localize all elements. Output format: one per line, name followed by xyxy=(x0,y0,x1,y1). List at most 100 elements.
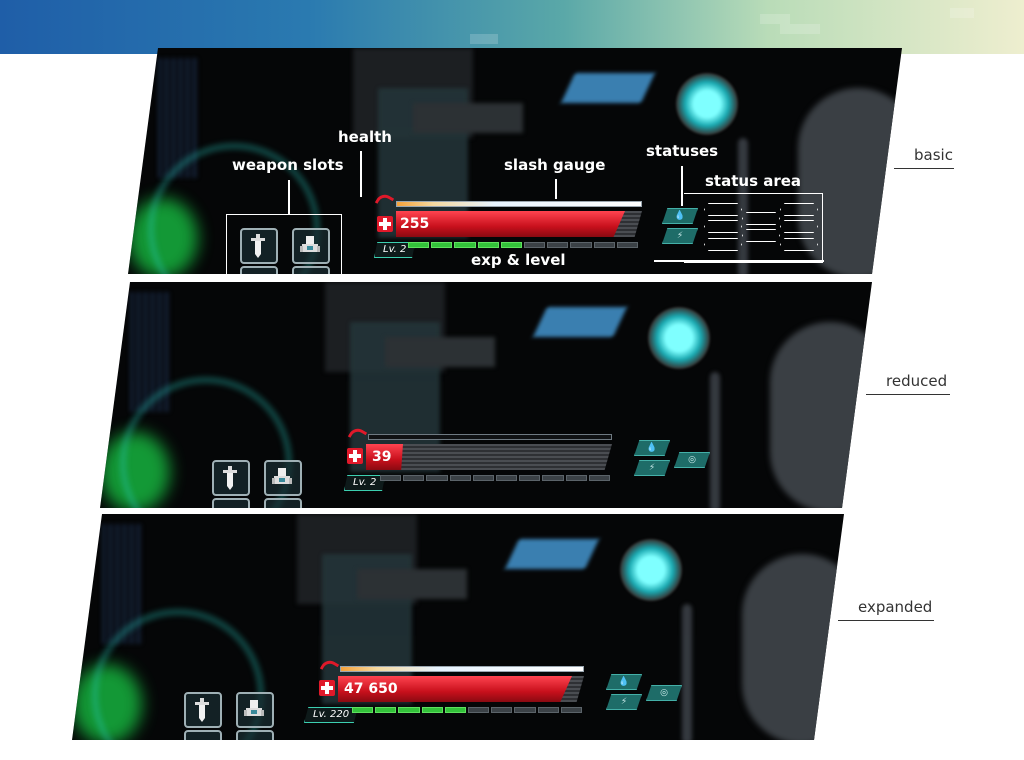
exp-segment xyxy=(588,475,611,481)
status-placeholder xyxy=(704,238,742,251)
exp-bar xyxy=(380,475,611,481)
exp-segment xyxy=(524,242,546,248)
exp-segment xyxy=(496,475,518,481)
red-cross-icon xyxy=(319,680,335,696)
weapon-slot-4[interactable] xyxy=(292,266,330,274)
weapon-slot-1[interactable] xyxy=(240,228,278,264)
red-cross-icon xyxy=(377,216,393,232)
status-eye-slash[interactable]: ◎ xyxy=(674,452,710,468)
annotation-line xyxy=(555,179,557,199)
exp-segment xyxy=(542,475,564,481)
water-drop-icon: 💧 xyxy=(674,211,686,221)
panel-basic: weapon slots health slash gauge statuses… xyxy=(128,48,902,274)
exp-bar xyxy=(408,242,639,248)
status-water-drop[interactable]: 💧 xyxy=(606,674,642,690)
variant-label-reduced: reduced xyxy=(886,372,948,390)
lightning-icon: ⚡ xyxy=(648,463,656,473)
annotation-line xyxy=(654,260,824,262)
health-value: 255 xyxy=(400,216,430,232)
exp-segment xyxy=(375,707,397,713)
variant-label-underline xyxy=(894,168,954,169)
status-lightning[interactable]: ⚡ xyxy=(662,228,698,244)
exp-segment xyxy=(616,242,639,248)
slash-gauge xyxy=(340,666,584,672)
exp-segment xyxy=(472,475,495,481)
weapon-slot-4[interactable] xyxy=(264,498,302,508)
status-lightning[interactable]: ⚡ xyxy=(606,694,642,710)
lightning-icon: ⚡ xyxy=(676,231,684,241)
weapon-slot-1[interactable] xyxy=(212,460,250,496)
panel-expanded: 47 650 Lv. 220 💧 ⚡ ◎ xyxy=(72,514,844,740)
water-drop-icon: 💧 xyxy=(618,677,630,687)
sword-icon xyxy=(195,698,209,722)
exp-segment xyxy=(537,707,559,713)
banner-pixel xyxy=(470,34,498,44)
weapon-slot-2[interactable] xyxy=(292,228,330,264)
eye-slash-icon: ◎ xyxy=(660,688,668,698)
status-water-drop[interactable]: 💧 xyxy=(634,440,670,456)
panel-reduced: 39 Lv. 2 💧 ⚡ ◎ xyxy=(100,282,872,508)
status-placeholder xyxy=(780,203,818,216)
red-cross-icon xyxy=(347,448,363,464)
exp-segment xyxy=(431,242,453,248)
robot-icon xyxy=(244,700,264,716)
annotation-statuses: statuses xyxy=(646,142,719,160)
exp-segment xyxy=(454,242,476,248)
variant-label-underline xyxy=(866,394,950,395)
exp-segment xyxy=(380,475,402,481)
header-banner xyxy=(0,0,1024,54)
exp-segment xyxy=(560,707,583,713)
weapon-slot-3[interactable] xyxy=(184,730,222,740)
robot-icon xyxy=(272,468,292,484)
weapon-slot-4[interactable] xyxy=(236,730,274,740)
health-track xyxy=(366,444,612,470)
exp-segment xyxy=(514,707,536,713)
weapon-slot-1[interactable] xyxy=(184,692,222,728)
annotation-health: health xyxy=(338,128,392,146)
health-value: 47 650 xyxy=(344,681,398,697)
weapon-slot-3[interactable] xyxy=(240,266,278,274)
sword-icon xyxy=(223,466,237,490)
health-bar xyxy=(396,211,625,237)
exp-segment xyxy=(408,242,430,248)
exp-segment xyxy=(565,475,587,481)
status-placeholder xyxy=(780,238,818,251)
exp-segment xyxy=(477,242,499,248)
banner-pixel xyxy=(760,14,790,24)
status-placeholder xyxy=(704,203,742,216)
exp-bar xyxy=(352,707,583,713)
exp-segment xyxy=(500,242,523,248)
annotation-line xyxy=(288,180,290,214)
annotation-status-area: status area xyxy=(705,172,802,190)
status-water-drop[interactable]: 💧 xyxy=(662,208,698,224)
exp-segment xyxy=(519,475,541,481)
exp-segment xyxy=(468,707,490,713)
exp-segment xyxy=(403,475,425,481)
weapon-slot-3[interactable] xyxy=(212,498,250,508)
status-placeholder xyxy=(742,229,780,242)
banner-pixel xyxy=(780,24,820,34)
lightning-icon: ⚡ xyxy=(620,697,628,707)
exp-segment xyxy=(426,475,448,481)
sword-icon xyxy=(251,234,265,258)
exp-segment xyxy=(593,242,615,248)
status-eye-slash[interactable]: ◎ xyxy=(646,685,682,701)
slash-gauge xyxy=(396,201,642,207)
status-placeholder xyxy=(742,212,780,225)
annotation-slash-gauge: slash gauge xyxy=(504,156,606,174)
exp-segment xyxy=(491,707,513,713)
exp-segment xyxy=(444,707,467,713)
annotation-weapon-slots: weapon slots xyxy=(232,156,344,174)
annotation-line xyxy=(360,151,362,197)
exp-segment xyxy=(570,242,592,248)
exp-segment xyxy=(449,475,471,481)
status-placeholder xyxy=(780,220,818,233)
exp-segment xyxy=(421,707,443,713)
annotation-exp-level: exp & level xyxy=(471,251,566,269)
variant-label-underline xyxy=(838,620,934,621)
variant-label-expanded: expanded xyxy=(858,598,933,616)
weapon-slot-2[interactable] xyxy=(236,692,274,728)
weapon-slot-2[interactable] xyxy=(264,460,302,496)
robot-icon xyxy=(300,236,320,252)
status-lightning[interactable]: ⚡ xyxy=(634,460,670,476)
